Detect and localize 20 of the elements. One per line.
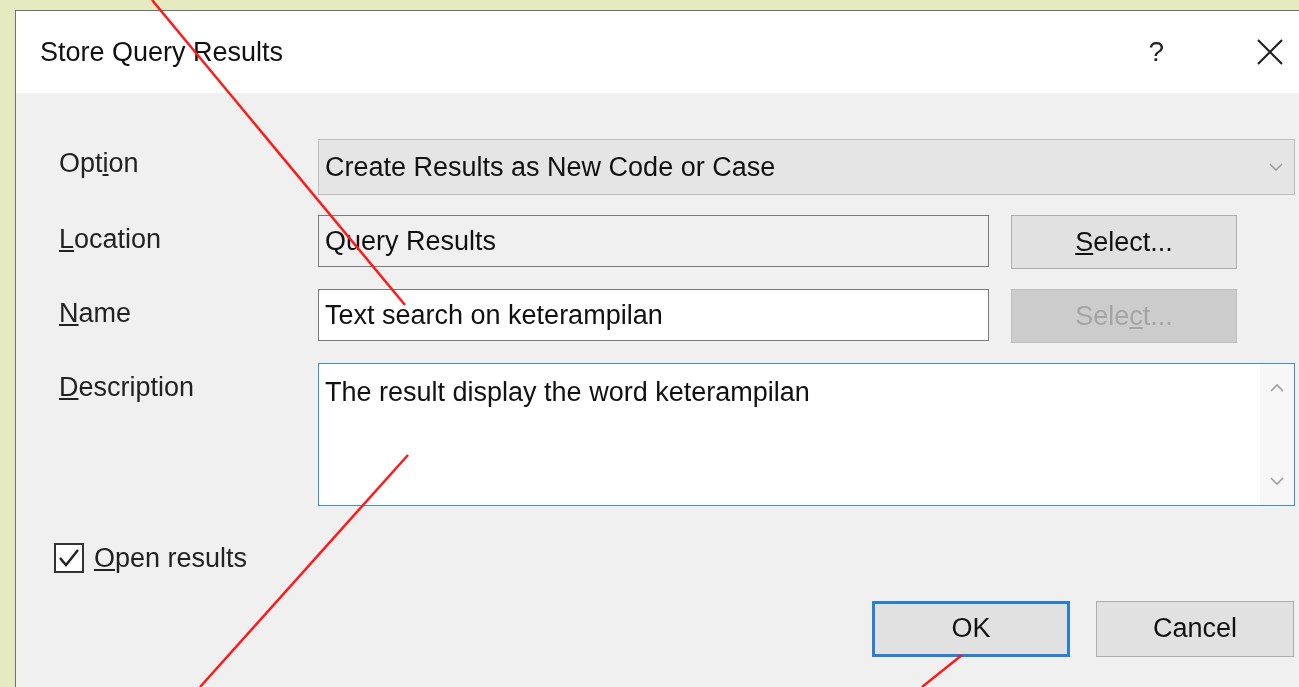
dialog-button[interactable]: OK [872,600,1070,657]
text-field[interactable]: Text search on keterampilan [318,289,989,341]
option-dropdown[interactable]: Create Results as New Code or Case [318,139,1295,195]
chevron-down-icon[interactable] [1268,161,1284,173]
field-label: Name [58,297,133,330]
close-icon[interactable] [1256,38,1284,66]
chevron-up-icon[interactable] [1269,382,1285,394]
description-field[interactable]: The result display the word keterampilan [318,363,1295,506]
annotation-line [921,654,963,687]
help-button[interactable]: ? [1148,31,1164,73]
field-label: Location [58,223,163,256]
field-label: Description [58,371,196,404]
select-button[interactable]: Select... [1011,215,1237,269]
checkbox-label: Open results [94,542,248,575]
window-title: Store Query Results [40,35,285,69]
field-label: Option [58,147,140,180]
dialog-button[interactable]: Cancel [1096,600,1294,657]
checkbox[interactable] [54,543,84,574]
chevron-down-icon[interactable] [1269,475,1285,487]
scrollbar[interactable] [1260,364,1294,505]
